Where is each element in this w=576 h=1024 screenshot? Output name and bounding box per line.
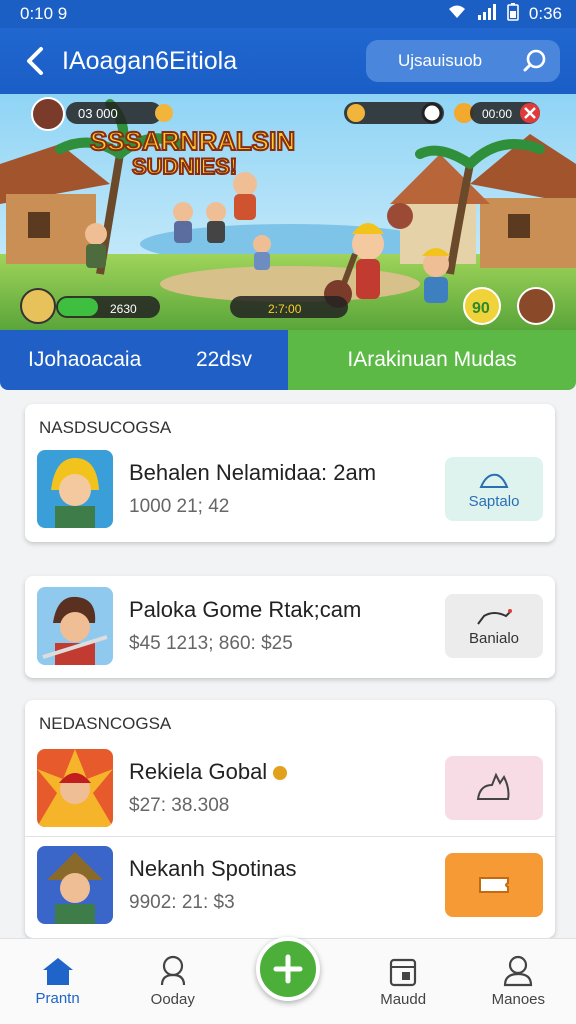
horse-icon (477, 608, 512, 625)
item-action-button[interactable] (445, 756, 543, 820)
tab-rankings[interactable]: IArakinuan Mudas (288, 330, 576, 390)
nav-media[interactable]: Maudd (353, 955, 453, 1008)
game-banner[interactable]: SSSARNRALSIN SUDNIES! 03 000 00:00 2630 … (0, 94, 576, 330)
status-clock: 0:36 (528, 4, 562, 23)
search-button[interactable]: Ujsauisuob (366, 40, 560, 82)
list-item[interactable]: Paloka Gome Rtak;cam $45 1213; 860: $25 … (25, 576, 555, 676)
section-heading: NASDSUCOGSA (39, 418, 172, 437)
ticket-icon (479, 877, 509, 893)
item-action-label: Banialo (468, 629, 520, 647)
status-icons: 0:36 (447, 2, 562, 26)
banner-badge-value: 90 (472, 300, 490, 317)
search-label: Ujsauisuob (398, 51, 483, 70)
search-icon (523, 49, 546, 72)
add-button[interactable] (255, 936, 320, 1001)
banner-top-right-counter: 00:00 (482, 107, 512, 121)
banner-bottom-left-value: 2630 (110, 302, 137, 316)
banner-logo-line2: SUDNIES! (132, 154, 237, 179)
nav-profile-label: Manoes (491, 991, 546, 1008)
gift-icon (517, 287, 555, 325)
nav-today[interactable]: Ooday (123, 955, 223, 1008)
wifi-icon (447, 4, 467, 25)
nav-media-label: Maudd (380, 991, 427, 1008)
bottom-navigation: Prantn Ooday Maudd Manoes (0, 936, 576, 1024)
section-card-2: Paloka Gome Rtak;cam $45 1213; 860: $25 … (25, 576, 555, 678)
list-item[interactable]: Behalen Nelamidaa: 2am 1000 21; 42 Sapta… (25, 444, 555, 534)
game-thumbnail (37, 450, 113, 528)
game-thumbnail (37, 749, 113, 827)
person-icon (504, 955, 533, 987)
item-action-button[interactable]: Saptalo (445, 457, 543, 521)
nav-today-label: Ooday (150, 991, 195, 1008)
nav-home-label: Prantn (35, 990, 80, 1007)
nav-profile[interactable]: Manoes (468, 955, 568, 1008)
coin-icon (273, 766, 288, 781)
page-title: IAoagan6Eitiola (62, 46, 238, 75)
section-heading: NEDASNCOGSA (39, 714, 172, 733)
list-item[interactable]: Rekiela Gobal $27: 38.308 (25, 740, 555, 836)
nav-add[interactable] (238, 936, 338, 1001)
tab-rankings-label: IArakinuan Mudas (347, 348, 517, 371)
battery-icon (507, 2, 519, 26)
game-thumbnail (37, 846, 113, 924)
plus-icon (273, 954, 303, 983)
app-bar: IAoagan6Eitiola Ujsauisuob (0, 28, 576, 94)
player-avatar (31, 97, 65, 131)
status-time: 0:10 9 (20, 4, 68, 23)
section-card-1: NASDSUCOGSA Behalen Nelamidaa: 2am 1000 … (25, 404, 555, 542)
list-item[interactable]: Nekanh Spotinas 9902: 21: $3 (25, 837, 555, 933)
banner-bottom-center-value: 2:7:00 (268, 302, 302, 316)
tab-overview-label: IJohaoacaia (28, 348, 142, 371)
item-action-label: Saptalo (468, 492, 520, 510)
tab-bar: IJohaoacaia 22dsv IArakinuan Mudas (0, 330, 576, 390)
banner-logo-line1: SSSARNRALSIN (90, 126, 295, 156)
coin-icon (155, 104, 173, 122)
calendar-icon (390, 958, 417, 987)
banner-top-left-counter: 03 000 (78, 106, 118, 121)
tab-overview[interactable]: IJohaoacaia 22dsv (0, 330, 288, 390)
item-action-button[interactable]: Banialo (445, 594, 543, 658)
game-thumbnail (37, 587, 113, 665)
shoe-icon (479, 473, 509, 488)
back-button[interactable] (10, 36, 60, 86)
chevron-left-icon (27, 47, 43, 75)
item-action-button[interactable] (445, 853, 543, 917)
status-bar: 0:10 9 0:36 (0, 0, 576, 28)
tab-overview-value: 22dsv (195, 348, 252, 371)
section-card-3: NEDASNCOGSA Rekiela Gobal $27: 38.308 Ne… (25, 700, 555, 938)
user-circle-icon (160, 955, 185, 986)
animal-icon (476, 772, 510, 800)
nav-home[interactable]: Prantn (8, 956, 108, 1007)
hero-avatar (20, 288, 56, 324)
signal-icon (477, 3, 497, 25)
home-icon (42, 958, 73, 985)
